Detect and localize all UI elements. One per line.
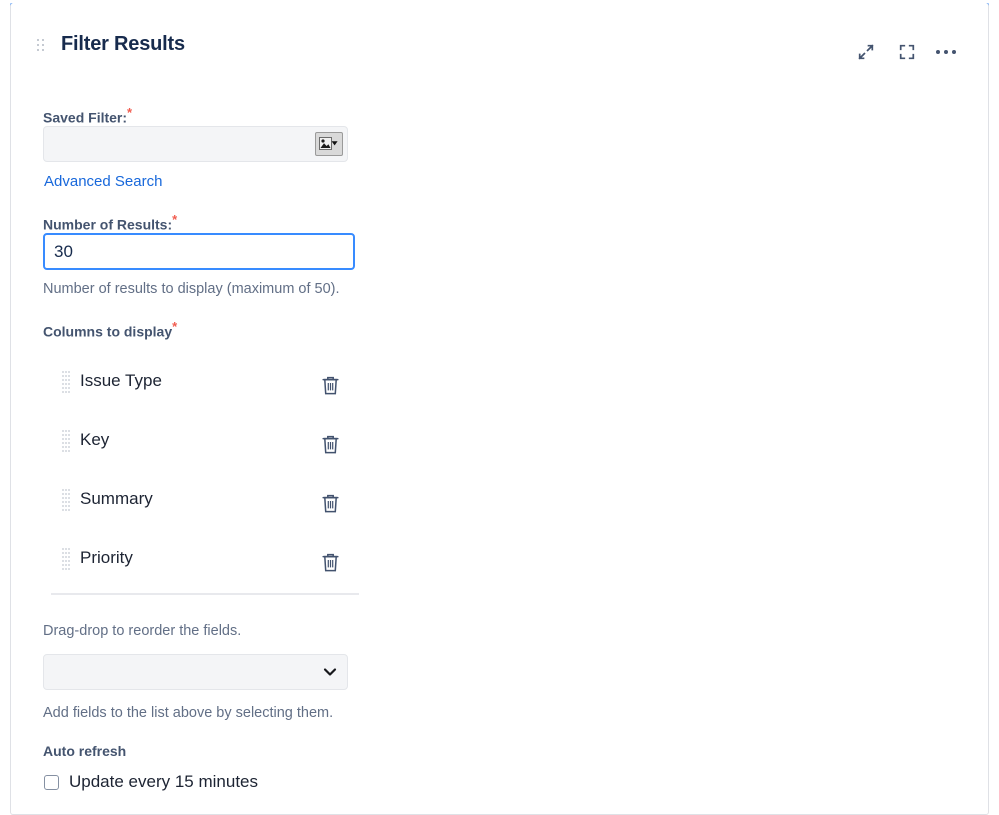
auto-refresh-row[interactable]: Update every 15 minutes <box>44 771 258 793</box>
columns-to-display-label-text: Columns to display <box>43 323 173 340</box>
column-name: Priority <box>80 548 133 567</box>
saved-filter-input[interactable] <box>44 127 312 161</box>
page-title: Filter Results <box>61 33 185 55</box>
trash-icon[interactable] <box>320 552 340 574</box>
trash-icon[interactable] <box>320 434 340 456</box>
list-item[interactable]: Key <box>11 412 371 471</box>
add-field-help-text: Add fields to the list above by selectin… <box>43 705 334 721</box>
drag-dots-icon[interactable] <box>62 430 71 454</box>
number-of-results-input[interactable] <box>43 233 355 270</box>
gadget-header: Filter Results <box>11 9 990 75</box>
column-name: Key <box>80 430 110 449</box>
auto-refresh-checkbox-label[interactable]: Update every 15 minutes <box>69 771 258 793</box>
required-asterisk: * <box>127 105 133 120</box>
image-picker-icon[interactable] <box>315 132 343 156</box>
trash-icon[interactable] <box>320 493 340 515</box>
column-name: Issue Type <box>80 371 162 390</box>
drag-dots-icon[interactable] <box>37 39 47 55</box>
required-asterisk: * <box>172 212 178 227</box>
more-options-icon[interactable] <box>933 39 959 65</box>
saved-filter-label: Saved Filter:* <box>43 106 132 126</box>
list-item[interactable]: Summary <box>11 471 371 530</box>
number-of-results-label-text: Number of Results: <box>43 216 173 233</box>
list-item[interactable]: Priority <box>11 530 371 589</box>
columns-divider <box>51 593 359 595</box>
reorder-help-text: Drag-drop to reorder the fields. <box>43 623 242 639</box>
list-item[interactable]: Issue Type <box>11 353 371 412</box>
drag-dots-icon[interactable] <box>62 371 71 395</box>
maximize-icon[interactable] <box>894 39 920 65</box>
number-of-results-label: Number of Results:* <box>43 213 177 233</box>
drag-dots-icon[interactable] <box>62 548 71 572</box>
add-field-select[interactable] <box>43 654 348 690</box>
auto-refresh-checkbox[interactable] <box>44 774 59 790</box>
columns-to-display-label: Columns to display* <box>43 320 177 340</box>
required-asterisk: * <box>172 319 178 334</box>
number-of-results-help: Number of results to display (maximum of… <box>43 281 340 297</box>
drag-dots-icon[interactable] <box>62 489 71 513</box>
saved-filter-label-text: Saved Filter: <box>43 109 128 126</box>
column-name: Summary <box>80 489 153 508</box>
collapse-icon[interactable] <box>853 39 879 65</box>
saved-filter-field[interactable] <box>43 126 348 162</box>
filter-results-gadget: Filter Results Saved Filter:* Advanced S… <box>10 3 989 815</box>
advanced-search-link[interactable]: Advanced Search <box>44 173 162 190</box>
auto-refresh-label: Auto refresh <box>43 743 127 759</box>
trash-icon[interactable] <box>320 375 340 397</box>
columns-list: Issue Type Key Summary Priority <box>11 353 371 589</box>
